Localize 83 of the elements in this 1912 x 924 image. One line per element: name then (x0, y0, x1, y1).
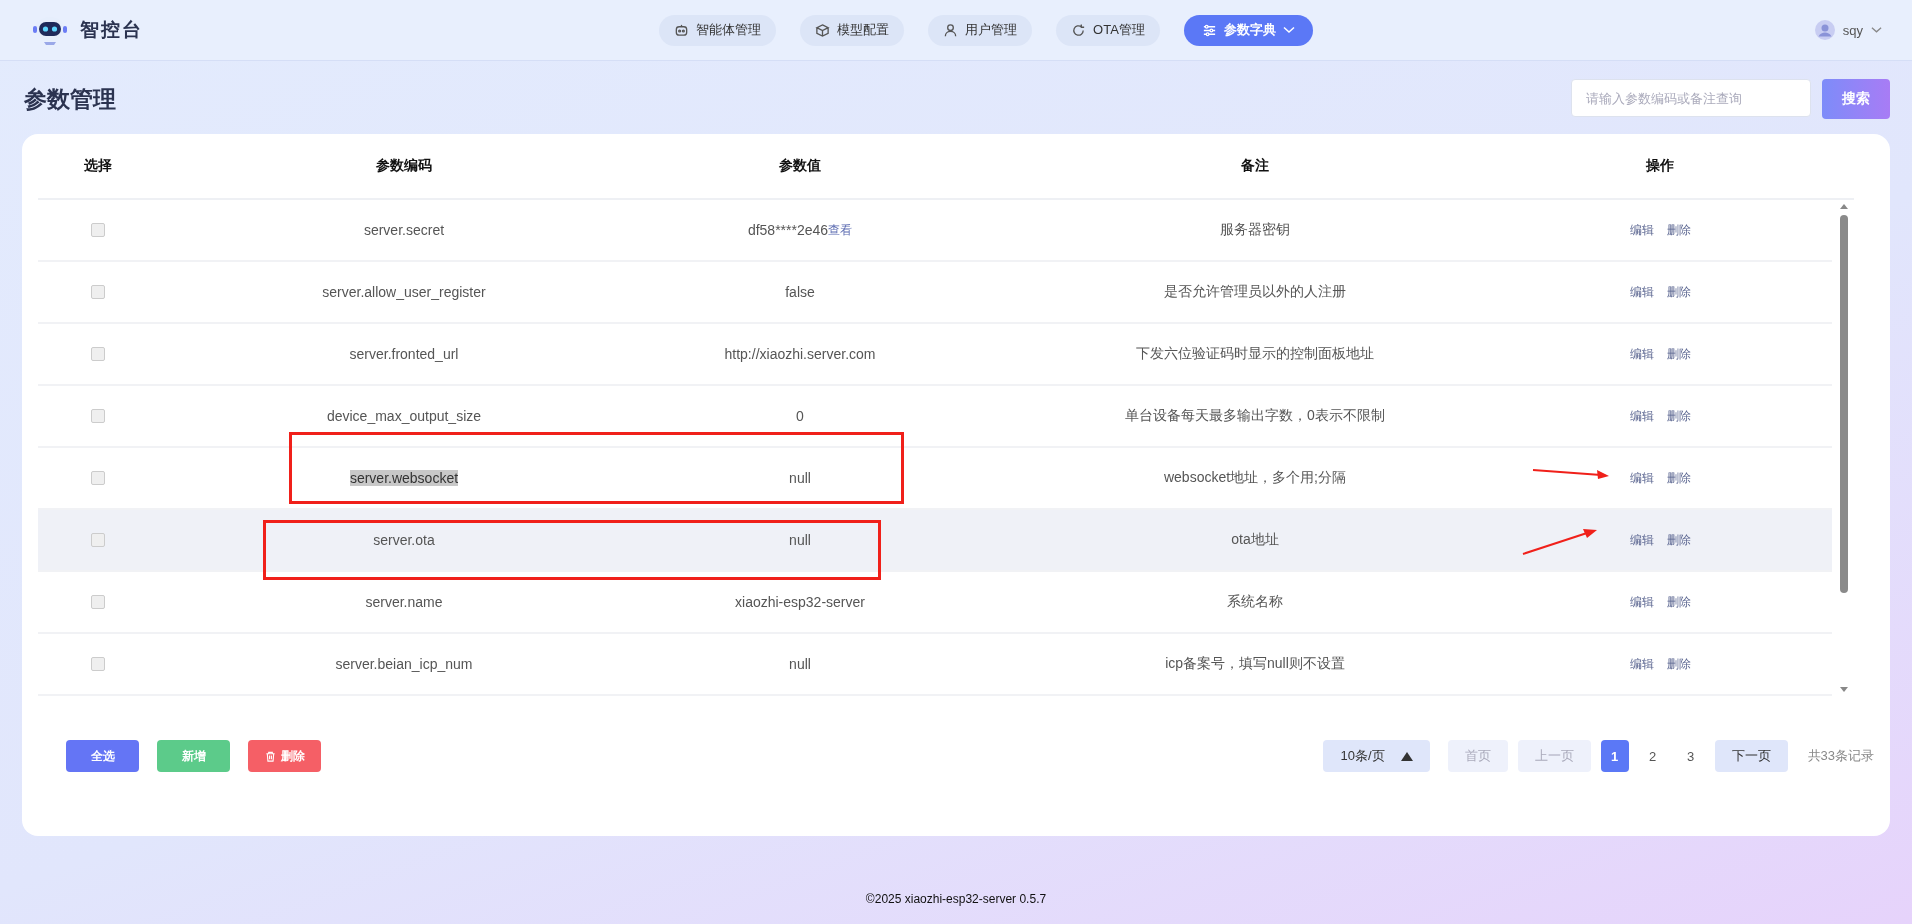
edit-link[interactable]: 编辑 (1629, 593, 1654, 611)
parameter-code: server.websocket (349, 470, 459, 486)
edit-link[interactable]: 编辑 (1629, 407, 1654, 425)
scroll-up-icon[interactable] (1840, 204, 1848, 209)
remark-text: 下发六位验证码时显示的控制面板地址 (1136, 345, 1374, 363)
user-name[interactable]: sqy (1842, 22, 1863, 38)
parameter-code: device_max_output_size (326, 408, 482, 424)
scrollbar[interactable] (1838, 204, 1850, 692)
nav-tab[interactable]: 用户管理 (928, 14, 1033, 46)
chevron-down-icon[interactable] (1871, 26, 1882, 34)
remark-text: 是否允许管理员以外的人注册 (1164, 283, 1346, 301)
remark-text: websocket地址，多个用;分隔 (1163, 469, 1346, 487)
edit-link[interactable]: 编辑 (1629, 655, 1654, 673)
delete-link[interactable]: 删除 (1666, 345, 1691, 363)
page-title: 参数管理 (24, 84, 116, 114)
parameter-code: server.allow_user_register (322, 284, 486, 300)
delete-link[interactable]: 删除 (1666, 283, 1691, 301)
delete-link[interactable]: 删除 (1666, 469, 1691, 487)
parameter-code: server.fronted_url (349, 346, 459, 362)
parameter-value: null (789, 532, 811, 548)
parameter-value: false (785, 284, 815, 300)
remark-text: 系统名称 (1227, 593, 1283, 611)
delete-link[interactable]: 删除 (1666, 221, 1691, 239)
row-checkbox[interactable] (91, 347, 105, 361)
delete-link[interactable]: 删除 (1666, 655, 1691, 673)
delete-link[interactable]: 删除 (1666, 531, 1691, 549)
parameter-code: server.ota (373, 532, 435, 548)
parameter-value: null (789, 470, 811, 486)
parameter-value: null (789, 656, 811, 672)
column-header: 选择 (84, 157, 112, 175)
edit-link[interactable]: 编辑 (1629, 469, 1654, 487)
remark-text: ota地址 (1231, 531, 1279, 549)
row-checkbox[interactable] (91, 223, 105, 237)
edit-link[interactable]: 编辑 (1629, 531, 1654, 549)
delete-link[interactable]: 删除 (1666, 407, 1691, 425)
search-field[interactable]: 请输入参数编码或备注查询 (1571, 79, 1811, 117)
refresh-icon (1071, 22, 1087, 38)
parameter-code: server.secret (363, 222, 445, 238)
remark-text: 单台设备每天最多输出字数，0表示不限制 (1125, 407, 1385, 425)
avatar-icon (1814, 20, 1835, 40)
page-number-button[interactable]: 3 (1676, 740, 1705, 772)
triangle-up-icon (1400, 751, 1413, 761)
parameter-code: server.beian_icp_num (335, 656, 473, 672)
scroll-down-icon[interactable] (1840, 687, 1848, 692)
edit-link[interactable]: 编辑 (1629, 283, 1654, 301)
remark-text: icp备案号，填写null则不设置 (1165, 655, 1345, 673)
row-checkbox[interactable] (91, 533, 105, 547)
row-checkbox[interactable] (91, 285, 105, 299)
row-checkbox[interactable] (91, 409, 105, 423)
nav-tab[interactable]: 智能体管理 (659, 14, 777, 46)
nav-tab[interactable]: 模型配置 (800, 14, 905, 46)
row-checkbox[interactable] (91, 657, 105, 671)
total-records: 共33条记录 (1807, 747, 1874, 765)
page-size-select[interactable]: 10条/页 (1323, 740, 1430, 772)
sliders-icon (1201, 22, 1217, 38)
user-icon (943, 22, 959, 38)
view-link[interactable]: 查看 (828, 221, 853, 239)
column-header: 备注 (1241, 157, 1269, 175)
column-header: 操作 (1646, 157, 1674, 175)
cube-icon (815, 22, 831, 38)
delete-link[interactable]: 删除 (1666, 593, 1691, 611)
row-checkbox[interactable] (91, 595, 105, 609)
select-all-button[interactable]: 全选 (66, 740, 139, 772)
edit-link[interactable]: 编辑 (1629, 221, 1654, 239)
brand-name: 智控台 (80, 18, 143, 42)
nav-tab[interactable]: 参数字典 (1183, 14, 1313, 46)
page-number-button[interactable]: 1 (1600, 740, 1629, 772)
parameter-value: xiaozhi-esp32-server (735, 594, 865, 610)
parameter-value: http://xiaozhi.server.com (724, 346, 876, 362)
edit-link[interactable]: 编辑 (1629, 345, 1654, 363)
parameter-code: server.name (365, 594, 443, 610)
next-page-button[interactable]: 下一页 (1714, 740, 1788, 772)
copyright-text: ©2025 xiaozhi-esp32-server 0.5.7 (865, 892, 1047, 906)
column-header: 参数编码 (376, 157, 432, 175)
parameter-value: 0 (796, 408, 804, 424)
row-checkbox[interactable] (91, 471, 105, 485)
robot-icon (674, 22, 690, 38)
remark-text: 服务器密钥 (1220, 221, 1290, 239)
page-number-button[interactable]: 2 (1638, 740, 1667, 772)
nav-tab[interactable]: OTA管理 (1056, 14, 1160, 46)
column-header: 参数值 (779, 157, 821, 175)
parameter-value: df58****2e46 (747, 222, 829, 238)
trash-icon (264, 750, 276, 762)
